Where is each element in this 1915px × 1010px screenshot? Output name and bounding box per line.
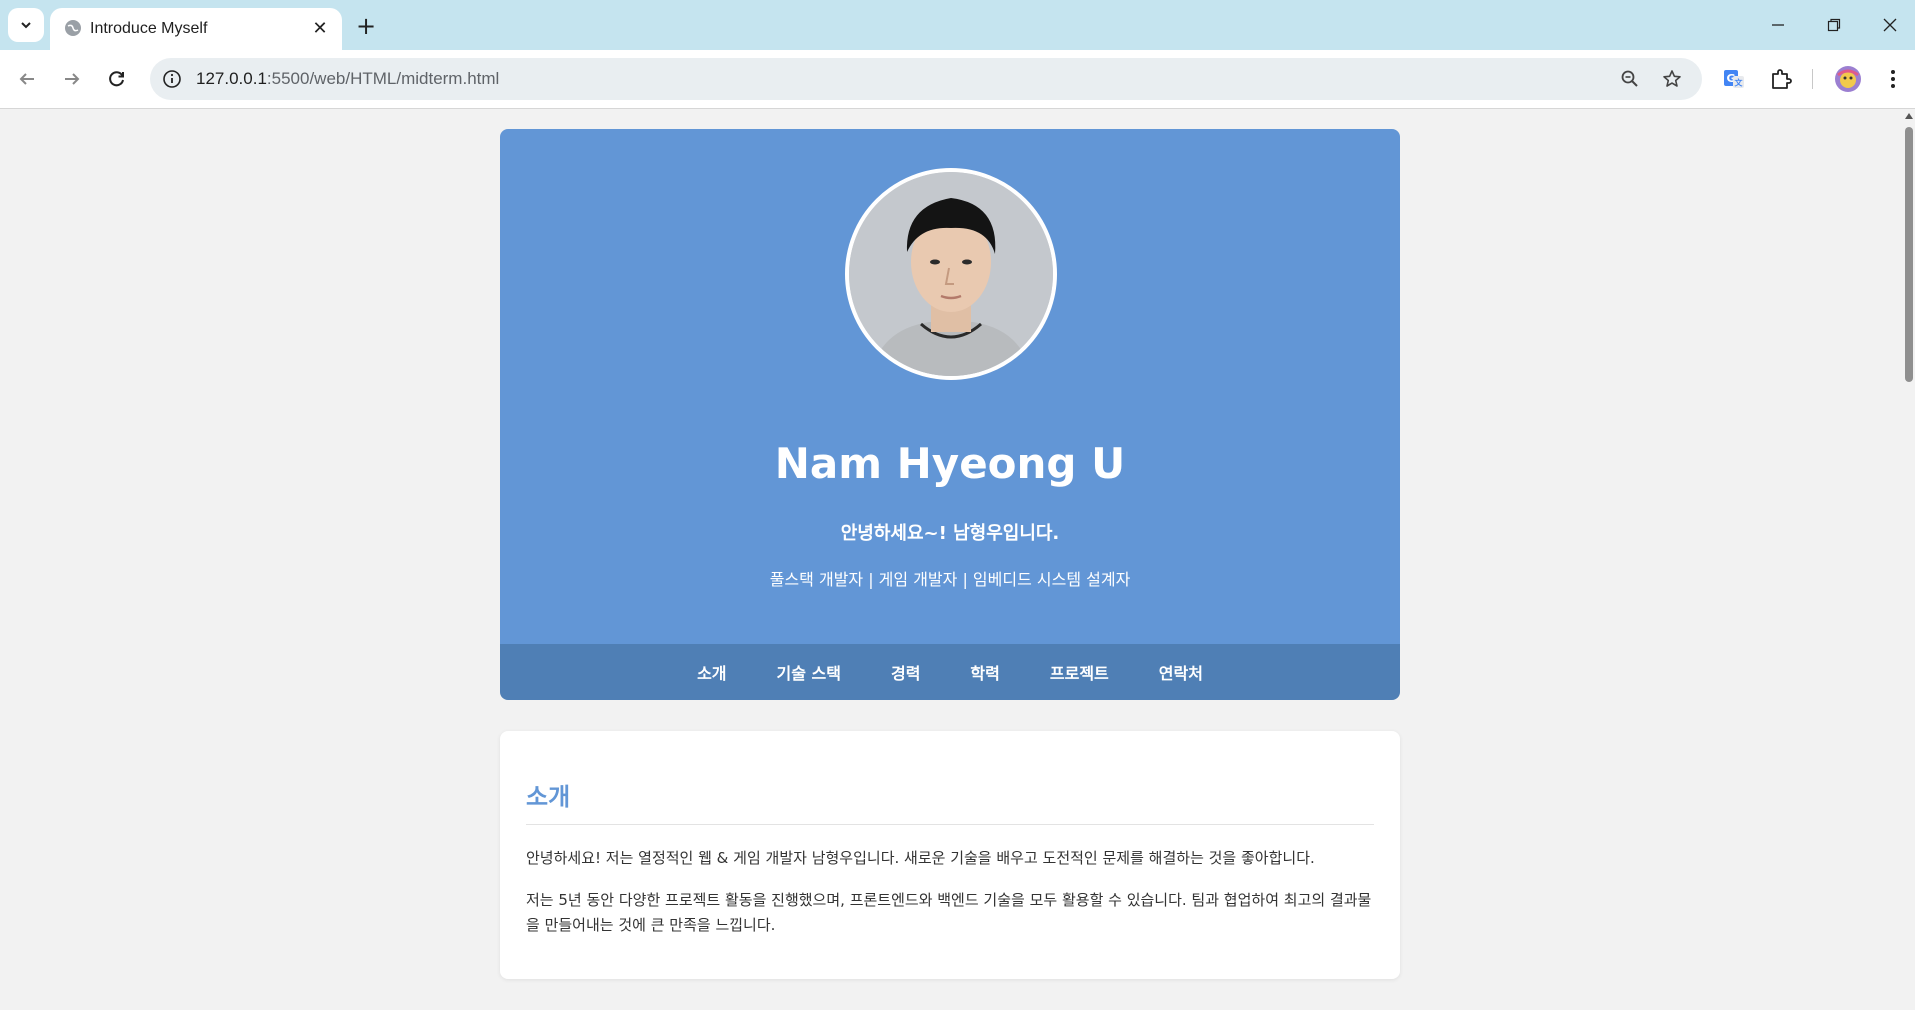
scroll-up-arrow-icon[interactable] [1905, 113, 1913, 119]
active-tab[interactable]: Introduce Myself ✕ [50, 8, 342, 50]
forward-button[interactable] [55, 62, 89, 96]
nav-link-skills[interactable]: 기술 스택 [777, 660, 841, 684]
translate-button[interactable]: G文 [1719, 64, 1749, 94]
star-icon [1663, 70, 1681, 87]
reload-button[interactable] [100, 62, 134, 96]
restore-icon [1827, 18, 1841, 32]
section-title: 소개 [526, 783, 571, 811]
arrow-right-icon [65, 73, 80, 85]
page-scrollbar[interactable] [1903, 109, 1915, 1010]
profile-roles: 풀스택 개발자 | 게임 개발자 | 임베디드 시스템 설계자 [769, 570, 1131, 589]
url-text[interactable]: 127.0.0.1:5500/web/HTML/midterm.html [196, 69, 499, 89]
bookmark-button[interactable] [1660, 67, 1684, 91]
nav-link-intro[interactable]: 소개 [697, 660, 726, 684]
close-icon [1883, 18, 1897, 32]
profile-photo [845, 168, 1057, 380]
address-bar[interactable]: 127.0.0.1:5500/web/HTML/midterm.html [150, 58, 1702, 100]
site-info-button[interactable] [160, 67, 184, 91]
scroll-thumb[interactable] [1905, 127, 1913, 382]
google-translate-icon: G文 [1724, 70, 1744, 88]
nav-link-experience[interactable]: 경력 [891, 660, 920, 684]
back-button[interactable] [10, 62, 44, 96]
minimize-button[interactable] [1758, 10, 1798, 40]
tab-search-button[interactable] [8, 8, 44, 42]
nav-link-contact[interactable]: 연락처 [1159, 660, 1203, 684]
nav-link-projects[interactable]: 프로젝트 [1050, 660, 1109, 684]
profile-greeting: 안녕하세요~! 남형우입니다. [840, 523, 1060, 544]
minimize-icon [1772, 24, 1784, 26]
profile-header: Nam Hyeong U 안녕하세요~! 남형우입니다. 풀스택 개발자 | 게… [500, 129, 1400, 644]
intro-paragraph-1: 안녕하세요! 저는 열정적인 웹 & 게임 개발자 남형우입니다. 새로운 기술… [526, 849, 1315, 867]
new-tab-button[interactable]: + [352, 12, 380, 40]
info-icon [163, 70, 181, 88]
profile-name: Nam Hyeong U [774, 439, 1126, 488]
svg-text:文: 文 [1735, 78, 1744, 88]
zoom-button[interactable] [1618, 67, 1642, 91]
avatar-icon [1835, 66, 1861, 92]
zoom-out-icon [1621, 70, 1638, 87]
section-divider [526, 824, 1374, 825]
extensions-button[interactable] [1766, 64, 1796, 94]
url-path: :5500/web/HTML/midterm.html [266, 69, 500, 88]
profile-button[interactable] [1833, 64, 1863, 94]
close-window-button[interactable] [1870, 10, 1910, 40]
restore-button[interactable] [1814, 10, 1854, 40]
chevron-down-icon [21, 22, 31, 29]
tab-close-button[interactable]: ✕ [308, 16, 332, 40]
intro-paragraph-2: 저는 5년 동안 다양한 프로젝트 활동을 진행했으며, 프론트엔드와 백엔드 … [526, 891, 1372, 934]
tab-title: Introduce Myself [90, 20, 208, 37]
tab-strip: Introduce Myself ✕ + [0, 0, 1915, 50]
globe-icon [65, 20, 81, 36]
nav-link-education[interactable]: 학력 [970, 660, 999, 684]
arrow-left-icon [19, 73, 34, 85]
toolbar-divider [1812, 69, 1813, 89]
url-host: 127.0.0.1 [196, 69, 267, 88]
intro-section: 소개 안녕하세요! 저는 열정적인 웹 & 게임 개발자 남형우입니다. 새로운… [500, 731, 1400, 979]
section-nav: 소개 기술 스택 경력 학력 프로젝트 연락처 [500, 644, 1400, 700]
kebab-menu-icon [1891, 70, 1895, 88]
person-portrait-icon [849, 172, 1053, 376]
browser-toolbar: 127.0.0.1:5500/web/HTML/midterm.html G文 [0, 50, 1915, 109]
puzzle-icon [1772, 69, 1792, 89]
browser-menu-button[interactable] [1878, 64, 1908, 94]
reload-icon [109, 71, 124, 87]
